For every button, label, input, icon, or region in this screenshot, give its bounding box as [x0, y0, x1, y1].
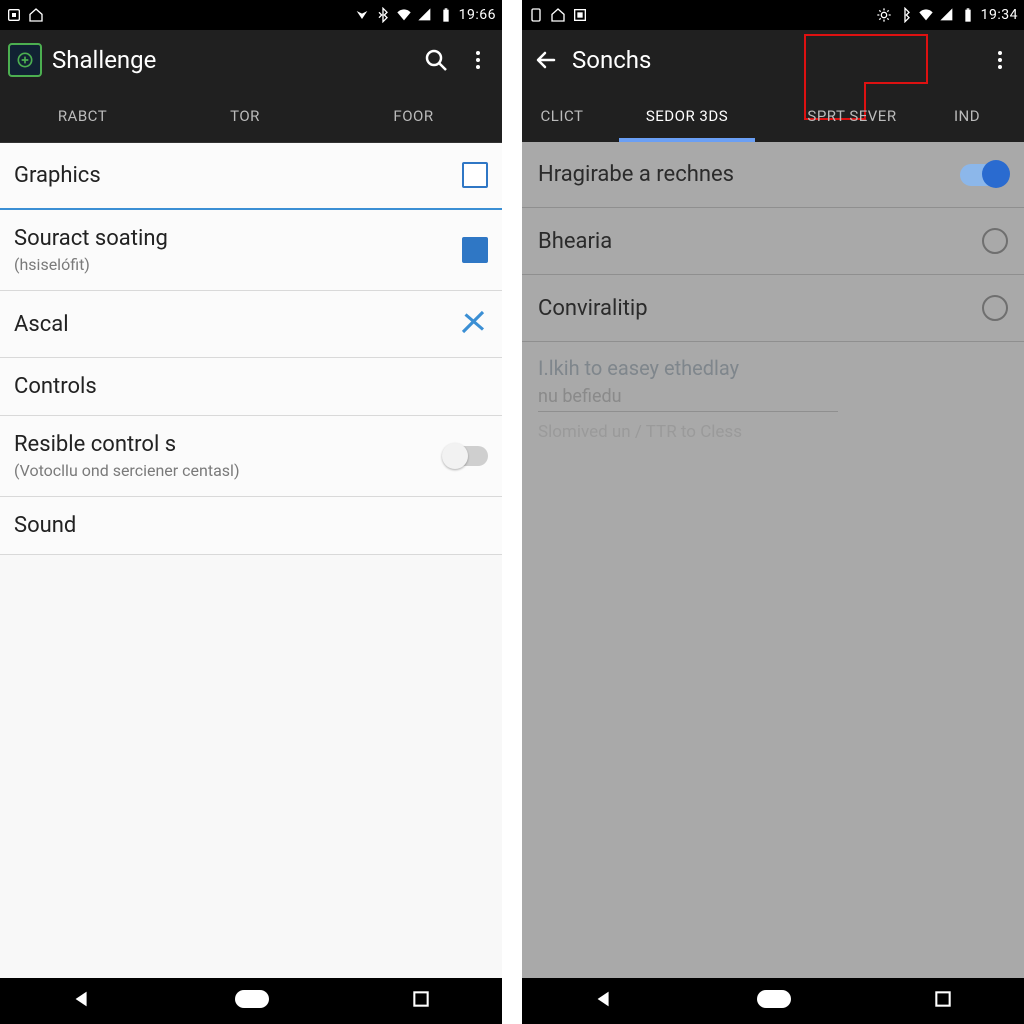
- search-icon: [424, 48, 448, 72]
- row-subtitle: (Votocllu ond serciener centasl): [14, 461, 240, 480]
- screenshot-icon: [572, 7, 588, 23]
- nav-recent[interactable]: [933, 989, 953, 1013]
- clock: 19:34: [981, 7, 1018, 23]
- sub-text-block: I.lkih to easey ethedlay nu befiedu Slom…: [522, 342, 1024, 446]
- phone-divider: [502, 0, 522, 1024]
- sub-line-1: I.lkih to easey ethedlay: [538, 356, 1008, 380]
- square-recent-icon: [411, 989, 431, 1009]
- row-title: Resible control s: [14, 432, 240, 457]
- radio-bhearia[interactable]: [982, 228, 1008, 254]
- back-button[interactable]: [530, 44, 562, 76]
- row-title: Conviralitip: [538, 296, 648, 321]
- switch-resible[interactable]: [444, 446, 488, 466]
- search-button[interactable]: [420, 44, 452, 76]
- app-title: Shallenge: [52, 46, 156, 74]
- nav-back[interactable]: [71, 988, 93, 1014]
- row-title: Graphics: [14, 163, 101, 188]
- pill-home-icon: [757, 990, 791, 1008]
- clear-ascal[interactable]: [458, 307, 488, 341]
- gear-icon: [876, 7, 892, 23]
- triangle-back-icon: [71, 988, 93, 1010]
- tab-clict[interactable]: CLICT: [522, 90, 602, 142]
- nav-bar: [0, 978, 502, 1024]
- row-title: Ascal: [14, 312, 69, 337]
- tab-sedor-3ds[interactable]: SEDOR 3DS: [602, 90, 772, 142]
- row-graphics[interactable]: Graphics: [0, 142, 502, 210]
- app-title: Sonchs: [572, 46, 651, 74]
- tab-rabct[interactable]: RABCT: [0, 90, 165, 142]
- status-bar: 19:34: [522, 0, 1024, 30]
- checkbox-graphics[interactable]: [462, 162, 488, 188]
- nav-back[interactable]: [593, 988, 615, 1014]
- nav-bar: [522, 978, 1024, 1024]
- overflow-button[interactable]: [984, 44, 1016, 76]
- overflow-button[interactable]: [462, 44, 494, 76]
- app-logo-icon: [8, 43, 42, 77]
- row-souract[interactable]: Souract soating (hsiselófit): [0, 210, 502, 291]
- tab-bar: RABCT TOR FOOR: [0, 90, 502, 142]
- switch-hragirabe[interactable]: [960, 164, 1008, 186]
- row-title: Hragirabe a rechnes: [538, 162, 734, 187]
- battery-icon: [438, 7, 454, 23]
- more-vert-icon: [466, 48, 490, 72]
- row-bhearia[interactable]: Bhearia: [522, 208, 1024, 275]
- tab-foor[interactable]: FOOR: [325, 90, 502, 142]
- clock: 19:66: [459, 7, 496, 23]
- wifi-icon: [396, 7, 412, 23]
- square-recent-icon: [933, 989, 953, 1009]
- home-icon: [550, 7, 566, 23]
- row-title: Sound: [14, 513, 76, 538]
- settings-list: Graphics Souract soating (hsiselófit) As…: [0, 142, 502, 978]
- nav-home[interactable]: [757, 990, 791, 1012]
- close-x-icon: [458, 307, 488, 337]
- sub-line-2: nu befiedu: [538, 386, 838, 412]
- nav-recent[interactable]: [411, 989, 431, 1013]
- phone-right: 19:34 Sonchs CLICT SEDOR 3DS SPRT SEVER …: [522, 0, 1024, 1024]
- annotation-box: [866, 82, 928, 84]
- row-conviralitip[interactable]: Conviralitip: [522, 275, 1024, 342]
- more-vert-icon: [988, 48, 1012, 72]
- triangle-back-icon: [593, 988, 615, 1010]
- tab-bar: CLICT SEDOR 3DS SPRT SEVER IND: [522, 90, 1024, 142]
- app-bar: Sonchs: [522, 30, 1024, 90]
- row-title: Controls: [14, 374, 97, 399]
- phone-left: 19:66 Shallenge RABCT TOR FOOR Graphics: [0, 0, 502, 1024]
- status-bar: 19:66: [0, 0, 502, 30]
- signal-icon: [417, 7, 433, 23]
- battery-icon: [960, 7, 976, 23]
- row-sound[interactable]: Sound: [0, 497, 502, 555]
- cast-icon: [354, 7, 370, 23]
- row-hragirabe[interactable]: Hragirabe a rechnes: [522, 142, 1024, 208]
- tab-tor[interactable]: TOR: [165, 90, 325, 142]
- wifi-icon: [918, 7, 934, 23]
- pill-home-icon: [235, 990, 269, 1008]
- tab-sprt-sever[interactable]: SPRT SEVER: [772, 90, 932, 142]
- row-ascal[interactable]: Ascal: [0, 291, 502, 358]
- row-resible[interactable]: Resible control s (Votocllu ond serciene…: [0, 416, 502, 497]
- sim-icon: [528, 7, 544, 23]
- bluetooth-icon: [897, 7, 913, 23]
- radio-conviralitip[interactable]: [982, 295, 1008, 321]
- annotation-box: [804, 34, 928, 82]
- checkbox-souract[interactable]: [462, 237, 488, 263]
- bluetooth-icon: [375, 7, 391, 23]
- sub-line-3: Slomived un / TTR to Cless: [538, 422, 1008, 442]
- row-controls[interactable]: Controls: [0, 358, 502, 416]
- signal-icon: [939, 7, 955, 23]
- row-title: Bhearia: [538, 229, 612, 254]
- row-subtitle: (hsiselófit): [14, 255, 168, 274]
- tab-ind[interactable]: IND: [932, 90, 1002, 142]
- notification-icon: [6, 7, 22, 23]
- app-bar: Shallenge: [0, 30, 502, 90]
- arrow-back-icon: [534, 48, 558, 72]
- settings-list: Hragirabe a rechnes Bhearia Conviralitip…: [522, 142, 1024, 978]
- nav-home[interactable]: [235, 990, 269, 1012]
- row-title: Souract soating: [14, 226, 168, 251]
- home-icon: [28, 7, 44, 23]
